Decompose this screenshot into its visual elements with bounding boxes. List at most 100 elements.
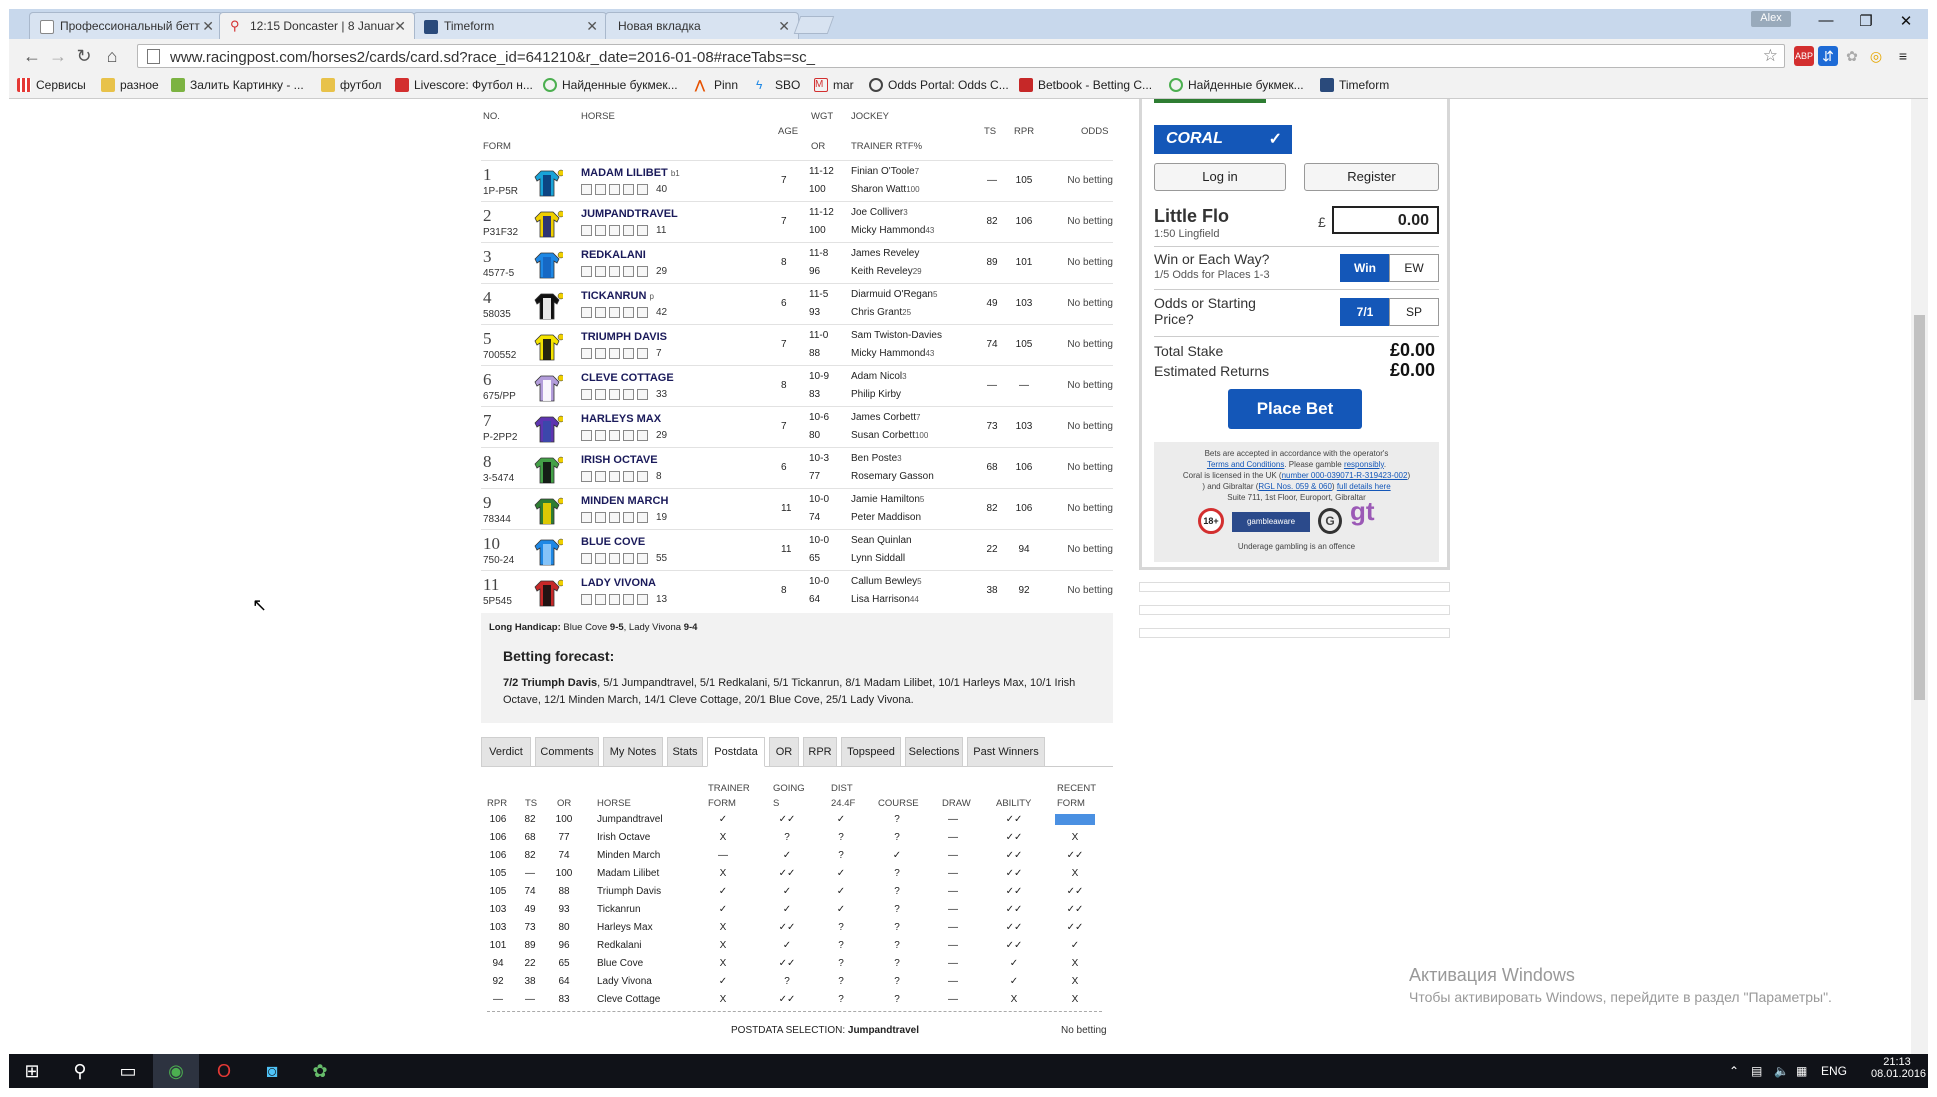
each-way-toggle[interactable]: EW [1389,254,1439,282]
profile-badge[interactable]: Alex [1751,11,1791,27]
runner-name[interactable]: LADY VIVONA [581,577,656,589]
close-window-button[interactable]: ✕ [1886,12,1926,34]
runner-tool-icons[interactable] [581,512,651,524]
runner-name[interactable]: BLUE COVE [581,536,645,548]
notifications-icon[interactable]: ▦ [1796,1064,1807,1078]
forward-icon[interactable]: → [47,45,69,67]
runner-tool-icons[interactable] [581,348,651,360]
runner-tool-icons[interactable] [581,430,651,442]
bookmark-mar[interactable]: Mmar [814,78,854,92]
runner-jockey[interactable]: Diarmuid O'Regan5 [851,289,937,300]
bookmark-pinn[interactable]: ⋀ Pinn [695,78,738,92]
bookmark-folder[interactable]: футбол [321,78,382,92]
bookmark-folder[interactable]: разное [101,78,159,92]
tab-timeform[interactable]: Timeform ✕ [413,12,607,39]
bookmark-livescore[interactable]: Livescore: Футбол н... [395,78,533,92]
volume-icon[interactable]: 🔈 [1774,1064,1789,1078]
runner-tool-icons[interactable] [581,184,651,196]
new-tab-button[interactable] [793,16,835,34]
tab-rpr[interactable]: RPR [803,737,837,767]
runner-jockey[interactable]: Adam Nicol3 [851,371,907,382]
language-indicator[interactable]: ENG [1821,1064,1847,1078]
chrome-taskbar-icon[interactable]: ◉ [153,1054,199,1088]
runner-name[interactable]: MADAM LILIBET b1 [581,167,680,179]
runner-trainer[interactable]: Micky Hammond43 [851,225,934,236]
paw-icon[interactable]: ✿ [1842,46,1862,66]
runner-name[interactable]: HARLEYS MAX [581,413,661,425]
page-scrollbar[interactable] [1911,99,1928,1054]
gamblers-trust-logo[interactable]: gt [1350,498,1375,524]
runner-trainer[interactable]: Sharon Watt100 [851,184,920,195]
tab-or[interactable]: OR [769,737,799,767]
place-bet-button[interactable]: Place Bet [1228,389,1362,429]
runner-name[interactable]: TICKANRUN p [581,290,654,302]
runner-name[interactable]: MINDEN MARCH [581,495,668,507]
tab-racingpost[interactable]: ⚲ 12:15 Doncaster | 8 Januar ✕ [219,12,415,39]
runner-row[interactable]: 5 700552 TRIUMPH DAVIS 7 7 11-0 88 Sam T… [481,324,1113,365]
bookmark-apps[interactable]: Сервисы [17,78,86,92]
scroll-thumb[interactable] [1914,315,1925,700]
tab-past-winners[interactable]: Past Winners [967,737,1045,767]
bookmark-oddsportal[interactable]: Odds Portal: Odds C... [869,78,1009,92]
start-windows-icon[interactable]: ⊞ [9,1054,55,1088]
clock[interactable]: 21:13 08.01.2016 [1871,1056,1926,1080]
close-icon[interactable]: ✕ [394,18,406,35]
runner-name[interactable]: REDKALANI [581,249,646,261]
icq-taskbar-icon[interactable]: ✿ [297,1054,343,1088]
task-view-icon[interactable]: ▭ [105,1054,151,1088]
runner-trainer[interactable]: Lynn Siddall [851,553,905,564]
runner-name[interactable]: CLEVE COTTAGE [581,372,674,384]
login-button[interactable]: Log in [1154,163,1286,191]
gambleaware-logo[interactable]: gambleaware [1232,512,1310,532]
runner-trainer[interactable]: Chris Grant25 [851,307,911,318]
tab-postdata[interactable]: Postdata [707,737,765,767]
runner-row[interactable]: 6 675/PP CLEVE COTTAGE 33 8 10-9 83 Adam… [481,365,1113,406]
win-toggle[interactable]: Win [1340,254,1390,282]
extension-icon[interactable]: ⇵ [1818,46,1838,66]
rgl-link[interactable]: RGL Nos. 059 & 060 [1258,482,1332,491]
bookmark-timeform[interactable]: Timeform [1320,78,1389,92]
terms-link[interactable]: Terms and Conditions [1207,460,1284,469]
runner-trainer[interactable]: Susan Corbett100 [851,430,928,441]
runner-jockey[interactable]: James Reveley [851,248,919,259]
runner-tool-icons[interactable] [581,225,651,237]
runner-tool-icons[interactable] [581,594,651,606]
close-icon[interactable]: ✕ [586,18,598,35]
details-link[interactable]: full details here [1337,482,1391,491]
tab-new[interactable]: Новая вкладка ✕ [605,12,799,39]
runner-tool-icons[interactable] [581,307,651,319]
bookmark-sbo[interactable]: ϟ SBO [756,78,800,92]
gamcare-logo[interactable]: G [1318,508,1342,534]
runner-tool-icons[interactable] [581,389,651,401]
runner-row[interactable]: 2 P31F32 JUMPANDTRAVEL 11 7 11-12 100 Jo… [481,201,1113,242]
tab-my-notes[interactable]: My Notes [603,737,663,767]
price-toggle[interactable]: 7/1 [1340,298,1390,326]
address-bar[interactable]: www.racingpost.com/horses2/cards/card.sd… [137,44,1785,68]
register-button[interactable]: Register [1304,163,1439,191]
runner-trainer[interactable]: Philip Kirby [851,389,901,400]
reload-icon[interactable]: ↻ [73,45,95,67]
stake-input[interactable]: 0.00 [1332,206,1439,234]
runner-row[interactable]: 10 750-24 BLUE COVE 55 11 10-0 65 Sean Q… [481,529,1113,570]
back-icon[interactable]: ← [21,45,43,67]
tab-stats[interactable]: Stats [667,737,703,767]
responsibly-link[interactable]: responsibly [1344,460,1384,469]
runner-tool-icons[interactable] [581,266,651,278]
tab-professional-betting[interactable]: Профессиональный бетт ✕ [29,12,223,39]
close-icon[interactable]: ✕ [202,18,214,35]
runner-jockey[interactable]: Sam Twiston-Davies [851,330,942,341]
bookmark-betbook[interactable]: Betbook - Betting C... [1019,78,1152,92]
app-taskbar-icon[interactable]: ◙ [249,1054,295,1088]
tray-up-icon[interactable]: ⌃ [1729,1064,1739,1078]
close-icon[interactable]: ✕ [778,18,790,35]
runner-jockey[interactable]: Ben Poste3 [851,453,902,464]
tab-verdict[interactable]: Verdict [481,737,531,767]
runner-name[interactable]: TRIUMPH DAVIS [581,331,667,343]
runner-jockey[interactable]: Finian O'Toole7 [851,166,919,177]
runner-trainer[interactable]: Lisa Harrison44 [851,594,919,605]
bookmark-found[interactable]: Найденные букмек... [543,78,678,92]
bookmark-found-2[interactable]: Найденные букмек... [1169,78,1304,92]
chrome-ext-icon[interactable]: ◎ [1866,46,1886,66]
license-link[interactable]: number 000-039071-R-319423-002 [1282,471,1408,480]
runner-tool-icons[interactable] [581,553,651,565]
